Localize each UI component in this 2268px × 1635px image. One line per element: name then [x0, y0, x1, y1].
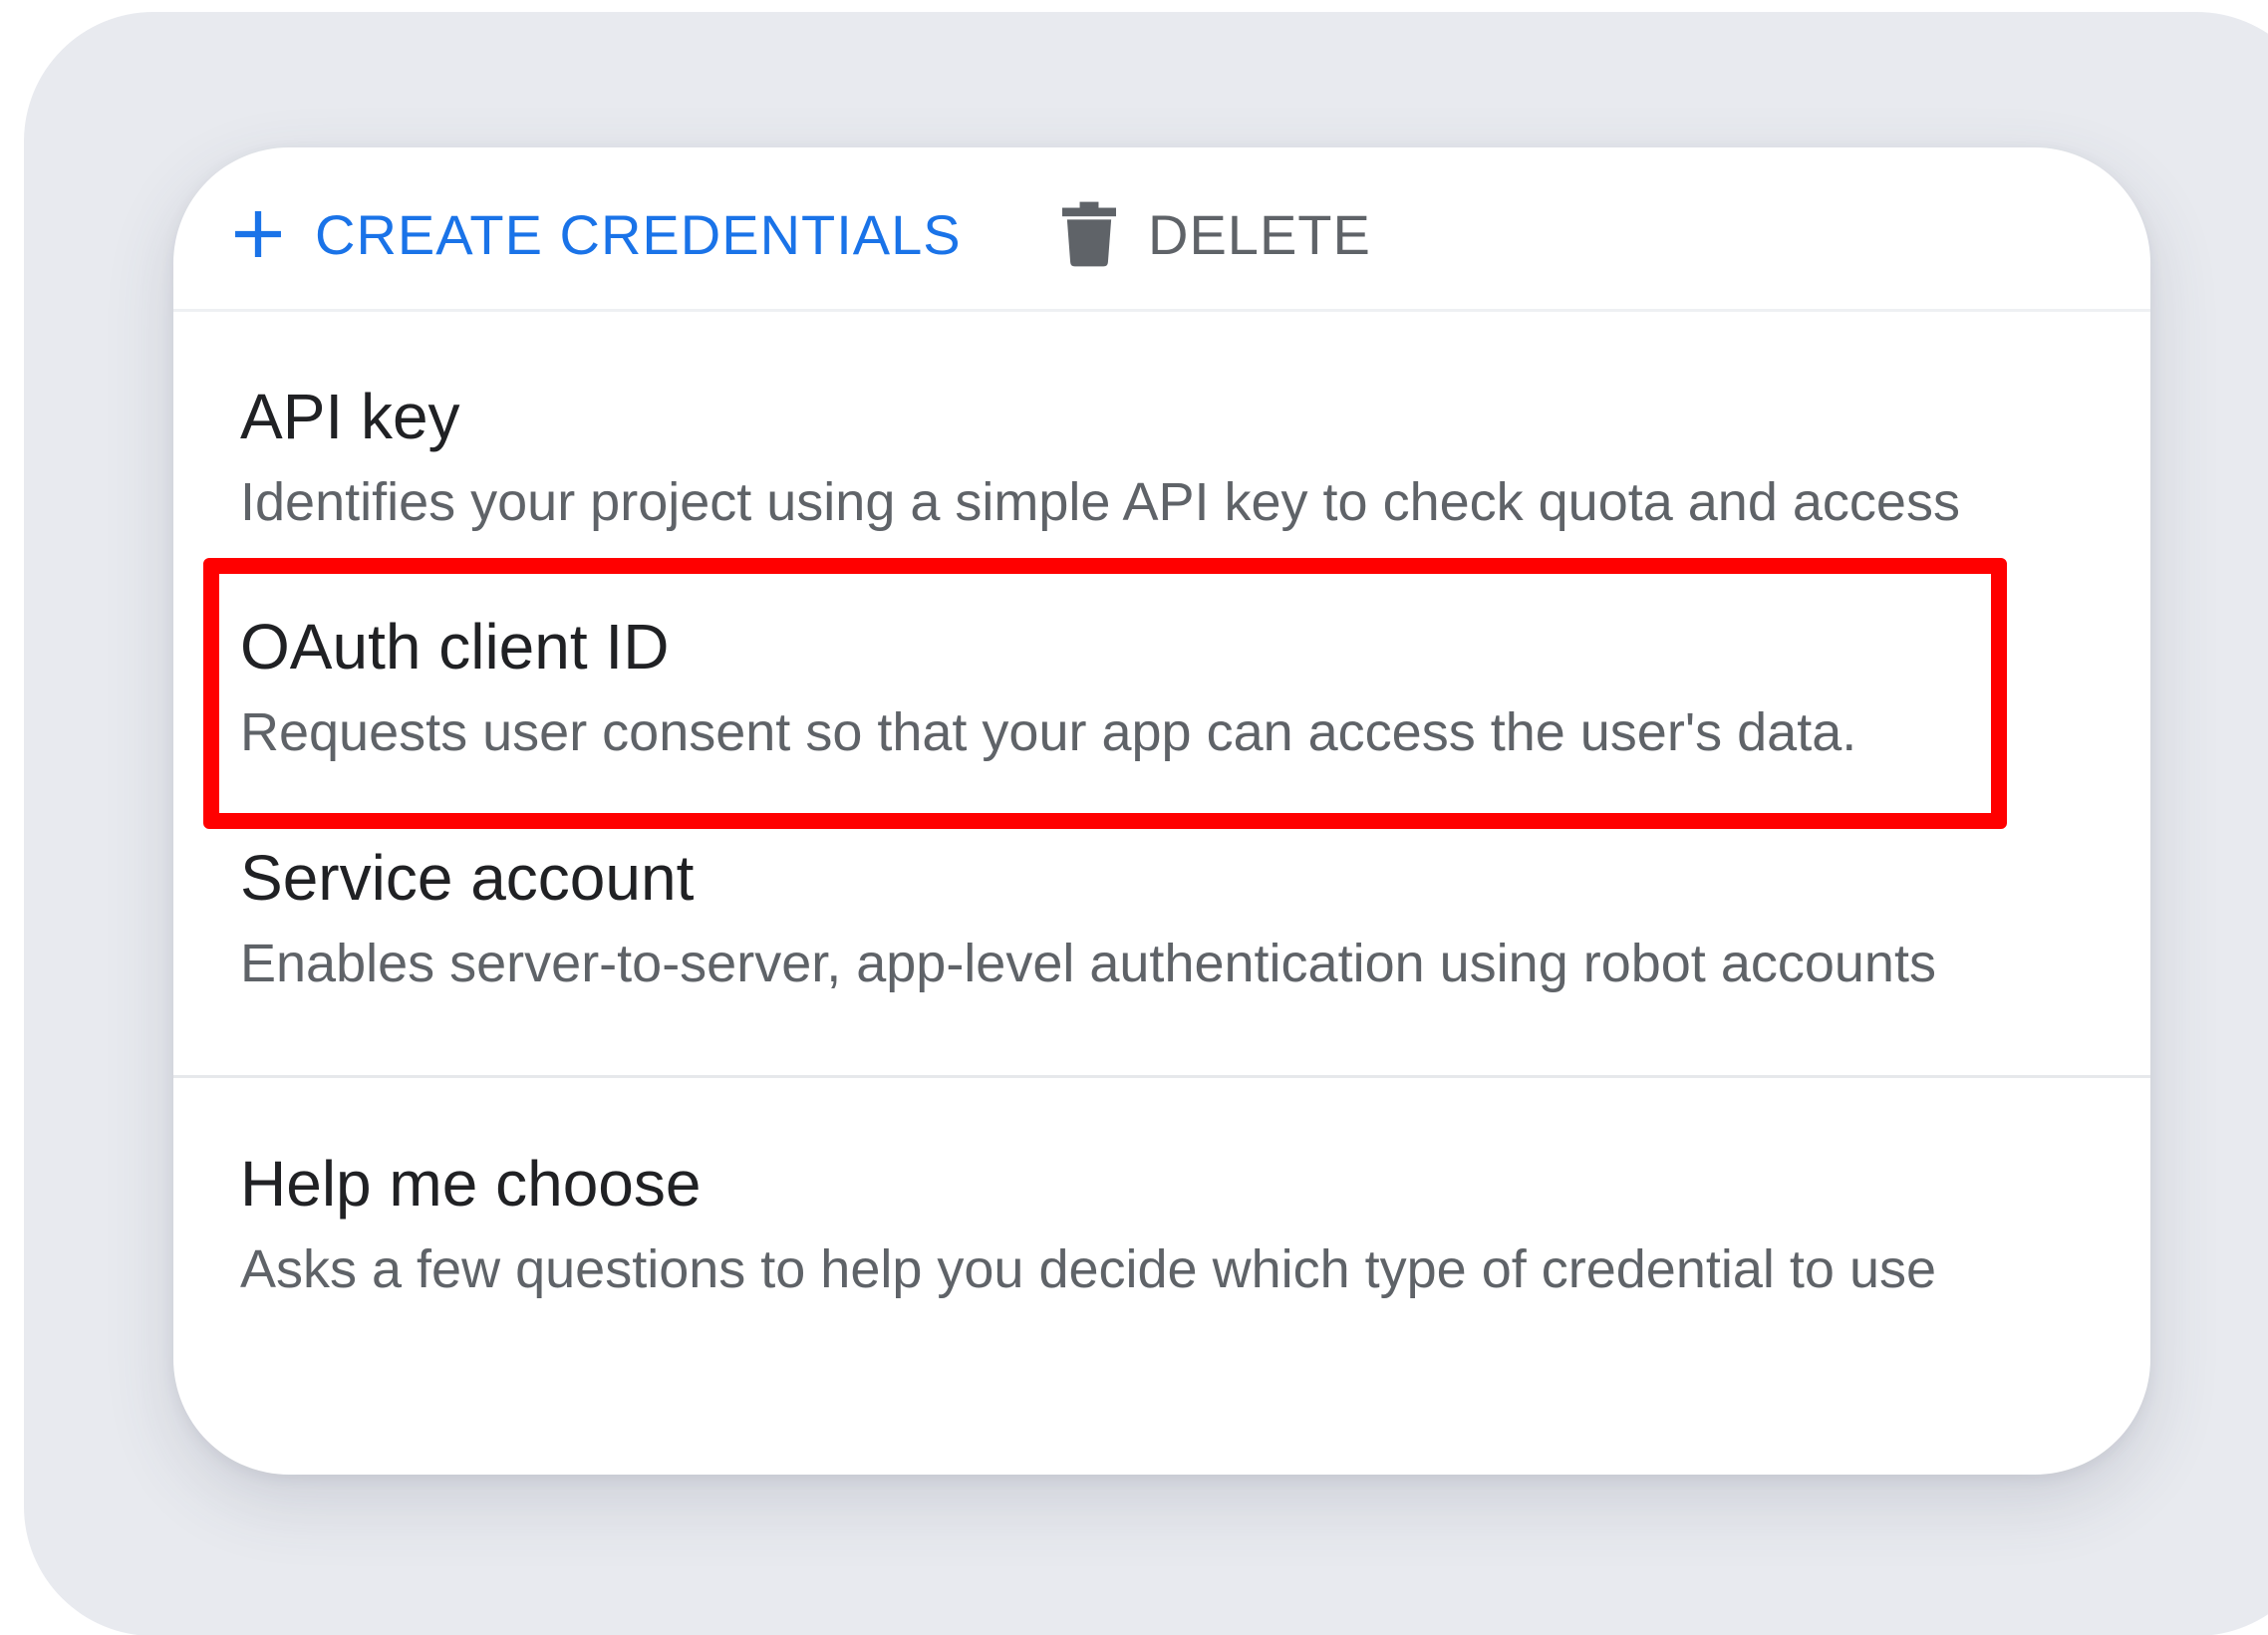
delete-label: DELETE	[1148, 202, 1371, 266]
delete-button[interactable]: DELETE	[1062, 199, 1371, 269]
menu-item-oauth-client-id[interactable]: OAuth client ID Requests user consent so…	[173, 607, 2150, 772]
menu-item-description: Requests user consent so that your app c…	[240, 702, 1857, 762]
menu-item-description: Identifies your project using a simple A…	[240, 472, 1960, 532]
menu-item-service-account[interactable]: Service account Enables server-to-server…	[173, 838, 2150, 1003]
menu-item-help-me-choose[interactable]: Help me choose Asks a few questions to h…	[173, 1144, 2150, 1309]
plus-icon	[235, 211, 281, 257]
menu-item-title: Service account	[240, 842, 695, 914]
menu-item-title: API key	[240, 381, 460, 452]
divider	[173, 1075, 2150, 1078]
trash-icon	[1062, 201, 1116, 267]
menu-item-api-key[interactable]: API key Identifies your project using a …	[173, 377, 2150, 542]
menu-item-title: OAuth client ID	[240, 611, 670, 682]
create-credentials-button[interactable]: CREATE CREDENTIALS	[229, 199, 962, 269]
menu-item-description: Enables server-to-server, app-level auth…	[240, 934, 1936, 993]
create-credentials-label: CREATE CREDENTIALS	[315, 202, 962, 266]
menu-item-description: Asks a few questions to help you decide …	[240, 1239, 1937, 1299]
toolbar: CREATE CREDENTIALS DELETE	[173, 147, 2150, 312]
menu-item-title: Help me choose	[240, 1148, 702, 1220]
create-credentials-menu: CREATE CREDENTIALS DELETE API key Identi…	[173, 147, 2150, 1475]
